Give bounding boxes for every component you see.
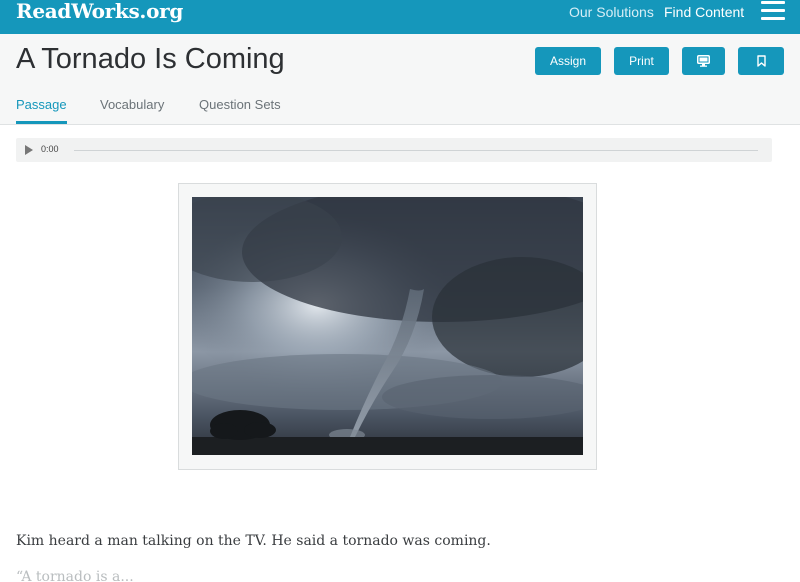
tab-vocabulary[interactable]: Vocabulary — [100, 97, 164, 113]
play-icon[interactable] — [25, 145, 33, 155]
readworks-logo[interactable]: ReadWorks.org — [16, 0, 183, 22]
assign-button[interactable]: Assign — [535, 47, 601, 75]
audio-time: 0:00 — [41, 144, 59, 154]
bookmark-icon — [756, 55, 766, 67]
present-button[interactable] — [682, 47, 725, 75]
tab-passage[interactable]: Passage — [16, 97, 67, 113]
page-title: A Tornado Is Coming — [16, 43, 285, 75]
passage-image-frame — [178, 183, 597, 470]
top-nav-bar: ReadWorks.org Our Solutions Find Content — [0, 0, 800, 34]
active-tab-indicator — [16, 121, 67, 124]
passage-paragraph: “A tornado is a... — [16, 569, 134, 582]
hamburger-menu-icon[interactable] — [761, 1, 785, 21]
monitor-icon — [697, 55, 710, 67]
tab-question-sets[interactable]: Question Sets — [199, 97, 281, 113]
nav-our-solutions[interactable]: Our Solutions — [569, 4, 654, 20]
audio-progress-track[interactable] — [74, 150, 758, 151]
audio-player: 0:00 — [16, 138, 772, 162]
bookmark-button[interactable] — [738, 47, 784, 75]
passage-paragraph: Kim heard a man talking on the TV. He sa… — [16, 533, 491, 549]
passage-header: A Tornado Is Coming Assign Print Passage… — [0, 34, 800, 125]
tornado-photo — [192, 197, 583, 455]
print-button[interactable]: Print — [614, 47, 669, 75]
nav-find-content[interactable]: Find Content — [664, 4, 744, 20]
